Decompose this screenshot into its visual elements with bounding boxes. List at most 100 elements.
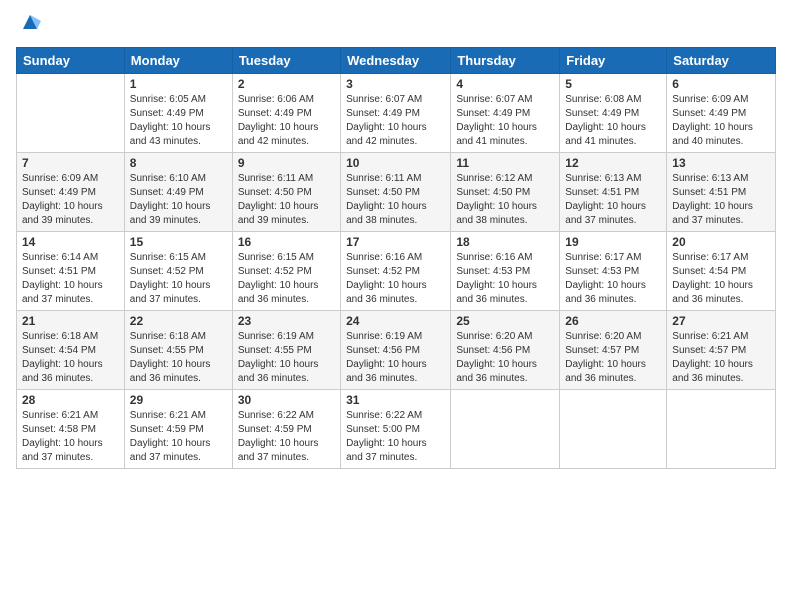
cell-info: Sunrise: 6:17 AMSunset: 4:53 PMDaylight:… (565, 251, 661, 307)
calendar-cell: 26 Sunrise: 6:20 AMSunset: 4:57 PMDayligh… (560, 311, 667, 390)
cell-info: Sunrise: 6:12 AMSunset: 4:50 PMDaylight:… (456, 172, 554, 228)
day-number: 5 (565, 77, 661, 91)
day-number: 23 (238, 314, 335, 328)
weekday-header-saturday: Saturday (667, 48, 776, 74)
weekday-header-sunday: Sunday (17, 48, 125, 74)
logo-icon (19, 11, 41, 33)
cell-info: Sunrise: 6:15 AMSunset: 4:52 PMDaylight:… (130, 251, 227, 307)
calendar-week-row: 7Sunrise: 6:09 AMSunset: 4:49 PMDaylight… (17, 153, 776, 232)
calendar-cell: 18 Sunrise: 6:16 AMSunset: 4:53 PMDayligh… (451, 232, 560, 311)
day-number: 19 (565, 235, 661, 249)
calendar-cell: 25Sunrise: 6:20 AMSunset: 4:56 PMDayligh… (451, 311, 560, 390)
cell-info: Sunrise: 6:11 AMSunset: 4:50 PMDaylight:… (238, 172, 335, 228)
calendar-cell: 23 Sunrise: 6:19 AMSunset: 4:55 PMDayligh… (232, 311, 340, 390)
cell-info: Sunrise: 6:08 AMSunset: 4:49 PMDaylight:… (565, 93, 661, 149)
calendar-cell (451, 390, 560, 469)
day-number: 14 (22, 235, 119, 249)
weekday-header-row: SundayMondayTuesdayWednesdayThursdayFrid… (17, 48, 776, 74)
logo (16, 16, 41, 37)
cell-info: Sunrise: 6:07 AMSunset: 4:49 PMDaylight:… (456, 93, 554, 149)
day-number: 26 (565, 314, 661, 328)
calendar-cell: 7Sunrise: 6:09 AMSunset: 4:49 PMDaylight… (17, 153, 125, 232)
calendar-cell: 11 Sunrise: 6:12 AMSunset: 4:50 PMDayligh… (451, 153, 560, 232)
calendar-cell: 28 Sunrise: 6:21 AMSunset: 4:58 PMDayligh… (17, 390, 125, 469)
cell-info: Sunrise: 6:15 AMSunset: 4:52 PMDaylight:… (238, 251, 335, 307)
calendar-cell: 20Sunrise: 6:17 AMSunset: 4:54 PMDayligh… (667, 232, 776, 311)
page-container: SundayMondayTuesdayWednesdayThursdayFrid… (0, 0, 792, 477)
calendar-cell: 15 Sunrise: 6:15 AMSunset: 4:52 PMDayligh… (124, 232, 232, 311)
header (16, 16, 776, 37)
day-number: 9 (238, 156, 335, 170)
day-number: 24 (346, 314, 445, 328)
cell-info: Sunrise: 6:09 AMSunset: 4:49 PMDaylight:… (672, 93, 770, 149)
calendar-cell: 3 Sunrise: 6:07 AMSunset: 4:49 PMDaylight… (341, 74, 451, 153)
cell-info: Sunrise: 6:06 AMSunset: 4:49 PMDaylight:… (238, 93, 335, 149)
cell-info: Sunrise: 6:20 AMSunset: 4:57 PMDaylight:… (565, 330, 661, 386)
calendar-cell: 1Sunrise: 6:05 AMSunset: 4:49 PMDaylight… (124, 74, 232, 153)
calendar-cell: 13 Sunrise: 6:13 AMSunset: 4:51 PMDayligh… (667, 153, 776, 232)
day-number: 20 (672, 235, 770, 249)
calendar-cell: 2Sunrise: 6:06 AMSunset: 4:49 PMDaylight… (232, 74, 340, 153)
day-number: 21 (22, 314, 119, 328)
cell-info: Sunrise: 6:22 AMSunset: 4:59 PMDaylight:… (238, 409, 335, 465)
day-number: 28 (22, 393, 119, 407)
calendar-week-row: 28 Sunrise: 6:21 AMSunset: 4:58 PMDayligh… (17, 390, 776, 469)
calendar-cell: 5 Sunrise: 6:08 AMSunset: 4:49 PMDaylight… (560, 74, 667, 153)
day-number: 1 (130, 77, 227, 91)
weekday-header-thursday: Thursday (451, 48, 560, 74)
day-number: 30 (238, 393, 335, 407)
calendar-cell (560, 390, 667, 469)
calendar-cell: 22 Sunrise: 6:18 AMSunset: 4:55 PMDayligh… (124, 311, 232, 390)
day-number: 16 (238, 235, 335, 249)
day-number: 12 (565, 156, 661, 170)
cell-info: Sunrise: 6:18 AMSunset: 4:54 PMDaylight:… (22, 330, 119, 386)
cell-info: Sunrise: 6:21 AMSunset: 4:59 PMDaylight:… (130, 409, 227, 465)
day-number: 13 (672, 156, 770, 170)
calendar-cell: 17Sunrise: 6:16 AMSunset: 4:52 PMDayligh… (341, 232, 451, 311)
calendar-cell: 10Sunrise: 6:11 AMSunset: 4:50 PMDayligh… (341, 153, 451, 232)
weekday-header-friday: Friday (560, 48, 667, 74)
calendar-week-row: 14 Sunrise: 6:14 AMSunset: 4:51 PMDayligh… (17, 232, 776, 311)
cell-info: Sunrise: 6:13 AMSunset: 4:51 PMDaylight:… (672, 172, 770, 228)
day-number: 10 (346, 156, 445, 170)
cell-info: Sunrise: 6:19 AMSunset: 4:55 PMDaylight:… (238, 330, 335, 386)
day-number: 15 (130, 235, 227, 249)
weekday-header-wednesday: Wednesday (341, 48, 451, 74)
calendar-cell: 12 Sunrise: 6:13 AMSunset: 4:51 PMDayligh… (560, 153, 667, 232)
cell-info: Sunrise: 6:16 AMSunset: 4:53 PMDaylight:… (456, 251, 554, 307)
weekday-header-monday: Monday (124, 48, 232, 74)
cell-info: Sunrise: 6:21 AMSunset: 4:57 PMDaylight:… (672, 330, 770, 386)
cell-info: Sunrise: 6:18 AMSunset: 4:55 PMDaylight:… (130, 330, 227, 386)
calendar-table: SundayMondayTuesdayWednesdayThursdayFrid… (16, 47, 776, 469)
day-number: 11 (456, 156, 554, 170)
calendar-cell: 9 Sunrise: 6:11 AMSunset: 4:50 PMDaylight… (232, 153, 340, 232)
cell-info: Sunrise: 6:21 AMSunset: 4:58 PMDaylight:… (22, 409, 119, 465)
cell-info: Sunrise: 6:14 AMSunset: 4:51 PMDaylight:… (22, 251, 119, 307)
day-number: 8 (130, 156, 227, 170)
calendar-cell: 19 Sunrise: 6:17 AMSunset: 4:53 PMDayligh… (560, 232, 667, 311)
cell-info: Sunrise: 6:13 AMSunset: 4:51 PMDaylight:… (565, 172, 661, 228)
cell-info: Sunrise: 6:09 AMSunset: 4:49 PMDaylight:… (22, 172, 119, 228)
calendar-cell: 31Sunrise: 6:22 AMSunset: 5:00 PMDayligh… (341, 390, 451, 469)
calendar-cell: 8Sunrise: 6:10 AMSunset: 4:49 PMDaylight… (124, 153, 232, 232)
day-number: 3 (346, 77, 445, 91)
day-number: 17 (346, 235, 445, 249)
calendar-cell: 6 Sunrise: 6:09 AMSunset: 4:49 PMDaylight… (667, 74, 776, 153)
calendar-cell: 29 Sunrise: 6:21 AMSunset: 4:59 PMDayligh… (124, 390, 232, 469)
day-number: 27 (672, 314, 770, 328)
calendar-cell: 30 Sunrise: 6:22 AMSunset: 4:59 PMDayligh… (232, 390, 340, 469)
calendar-cell: 16 Sunrise: 6:15 AMSunset: 4:52 PMDayligh… (232, 232, 340, 311)
cell-info: Sunrise: 6:22 AMSunset: 5:00 PMDaylight:… (346, 409, 445, 465)
calendar-cell: 4 Sunrise: 6:07 AMSunset: 4:49 PMDaylight… (451, 74, 560, 153)
calendar-cell: 27 Sunrise: 6:21 AMSunset: 4:57 PMDayligh… (667, 311, 776, 390)
day-number: 18 (456, 235, 554, 249)
day-number: 6 (672, 77, 770, 91)
day-number: 4 (456, 77, 554, 91)
cell-info: Sunrise: 6:20 AMSunset: 4:56 PMDaylight:… (456, 330, 554, 386)
day-number: 22 (130, 314, 227, 328)
day-number: 29 (130, 393, 227, 407)
calendar-cell (17, 74, 125, 153)
cell-info: Sunrise: 6:19 AMSunset: 4:56 PMDaylight:… (346, 330, 445, 386)
calendar-cell: 21 Sunrise: 6:18 AMSunset: 4:54 PMDayligh… (17, 311, 125, 390)
cell-info: Sunrise: 6:07 AMSunset: 4:49 PMDaylight:… (346, 93, 445, 149)
